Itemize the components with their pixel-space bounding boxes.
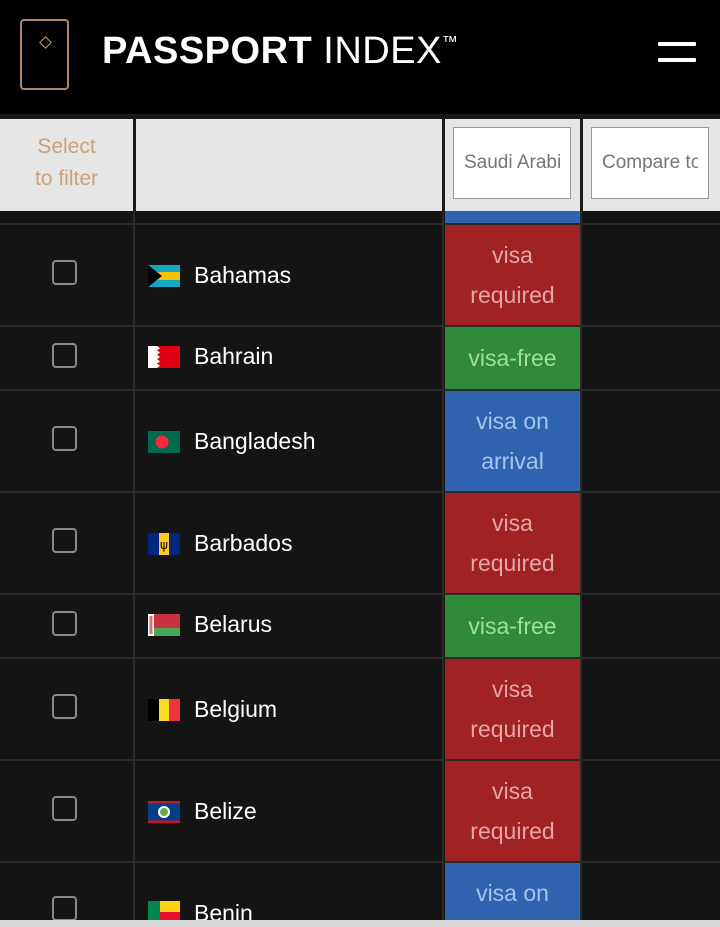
bahrain-flag-icon	[148, 346, 180, 368]
passport-input[interactable]	[453, 127, 571, 199]
table-row: Belarus visa-free	[0, 593, 720, 657]
filter-checkbox[interactable]	[52, 796, 77, 821]
country-column-header	[136, 119, 442, 211]
visa-status: visa required	[445, 761, 580, 861]
table-row: Belize visa required	[0, 759, 720, 861]
visa-status: visa on arrival	[445, 391, 580, 491]
country-name[interactable]: Belize	[194, 798, 257, 825]
filter-checkbox[interactable]	[52, 896, 77, 921]
visa-table: Bahamas visa required Bahrain visa-free …	[0, 211, 720, 927]
bottom-edge	[0, 920, 720, 927]
country-name[interactable]: Belarus	[194, 611, 272, 638]
svg-text:ψ: ψ	[160, 538, 168, 552]
country-name[interactable]: Bahamas	[194, 262, 291, 289]
visa-status: visa required	[445, 659, 580, 759]
country-name[interactable]: Barbados	[194, 530, 292, 557]
brand-title[interactable]: PASSPORT INDEX™	[102, 30, 458, 73]
filter-checkbox[interactable]	[52, 528, 77, 553]
compare-select	[583, 119, 720, 211]
table-header: Select to filter	[0, 114, 720, 211]
status-cell-partial	[445, 211, 580, 223]
filter-checkbox[interactable]	[52, 343, 77, 368]
bahamas-flag-icon	[148, 265, 180, 287]
hamburger-menu-icon[interactable]	[658, 42, 698, 64]
passport-select	[445, 119, 580, 211]
belgium-flag-icon	[148, 699, 180, 721]
table-row: Belgium visa required	[0, 657, 720, 759]
belarus-flag-icon	[148, 614, 180, 636]
table-row: Bahamas visa required	[0, 223, 720, 325]
belize-flag-icon	[148, 801, 180, 823]
barbados-flag-icon: ψ	[148, 533, 180, 555]
visa-status: visa-free	[445, 327, 580, 389]
visa-status: visa on	[445, 863, 580, 921]
visa-status: visa required	[445, 225, 580, 325]
filter-checkbox[interactable]	[52, 611, 77, 636]
filter-checkbox[interactable]	[52, 260, 77, 285]
filter-checkbox[interactable]	[52, 426, 77, 451]
passport-logo-icon[interactable]	[20, 19, 69, 90]
filter-checkbox[interactable]	[52, 694, 77, 719]
country-name[interactable]: Belgium	[194, 696, 277, 723]
visa-status: visa-free	[445, 595, 580, 657]
country-name[interactable]: Bahrain	[194, 343, 273, 370]
table-row: ψ Barbados visa required	[0, 491, 720, 593]
compare-input[interactable]	[591, 127, 709, 199]
visa-status: visa required	[445, 493, 580, 593]
bangladesh-flag-icon	[148, 431, 180, 453]
country-name[interactable]: Bangladesh	[194, 428, 316, 455]
table-row: Bangladesh visa on arrival	[0, 389, 720, 491]
table-row: Benin visa on	[0, 861, 720, 927]
site-header: PASSPORT INDEX™	[0, 0, 720, 114]
table-row: Bahrain visa-free	[0, 325, 720, 389]
select-filter-label: Select to filter	[0, 119, 133, 211]
